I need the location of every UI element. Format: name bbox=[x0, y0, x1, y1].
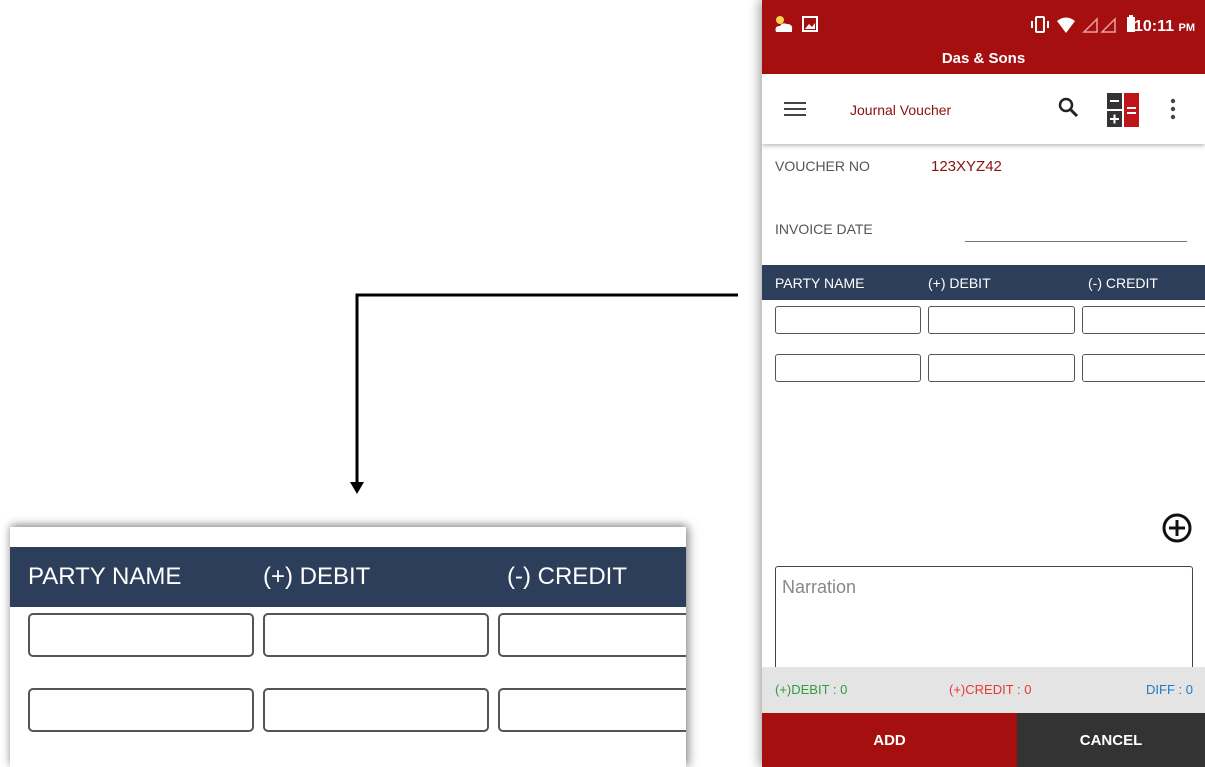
add-button[interactable]: ADD bbox=[762, 713, 1017, 767]
credit-input-2[interactable] bbox=[1082, 354, 1205, 382]
col-credit: (-) CREDIT bbox=[1088, 275, 1158, 291]
debit-total: (+)DEBIT : 0 bbox=[775, 682, 848, 697]
debit-input-1[interactable] bbox=[928, 306, 1075, 334]
vibrate-icon bbox=[1031, 16, 1049, 33]
debit-input-2[interactable] bbox=[928, 354, 1075, 382]
cancel-button[interactable]: CANCEL bbox=[1017, 713, 1205, 767]
col-debit: (+) DEBIT bbox=[928, 275, 991, 291]
credit-total: (+)CREDIT : 0 bbox=[949, 682, 1032, 697]
zoom-table-header: PARTY NAME (+) DEBIT (-) CREDIT bbox=[10, 547, 686, 607]
add-row-icon[interactable] bbox=[1162, 513, 1192, 543]
invoice-date-label: INVOICE DATE bbox=[775, 221, 873, 237]
hamburger-menu-icon[interactable] bbox=[784, 101, 806, 117]
entries-table-header: PARTY NAME (+) DEBIT (-) CREDIT bbox=[762, 265, 1205, 300]
zoom-credit-input-2 bbox=[498, 688, 686, 732]
zoom-credit-input-1 bbox=[498, 613, 686, 657]
totals-bar: (+)DEBIT : 0 (+)CREDIT : 0 DIFF : 0 bbox=[762, 667, 1205, 713]
search-icon[interactable] bbox=[1058, 97, 1080, 119]
page-title: Journal Voucher bbox=[850, 102, 952, 118]
toolbar: Journal Voucher bbox=[762, 74, 1205, 144]
weather-icon bbox=[775, 16, 793, 32]
zoom-col-party-name: PARTY NAME bbox=[28, 563, 182, 590]
voucher-no-label: VOUCHER NO bbox=[775, 158, 870, 174]
zoom-col-credit: (-) CREDIT bbox=[507, 563, 627, 590]
phone-screen: 10:11 PM Das & Sons Journal Voucher VOUC… bbox=[762, 0, 1205, 767]
status-ampm: PM bbox=[1178, 22, 1196, 34]
zoom-debit-input-2 bbox=[263, 688, 489, 732]
invoice-date-field[interactable] bbox=[965, 241, 1187, 242]
status-time: 10:11 PM bbox=[1134, 18, 1195, 36]
status-bar: 10:11 PM bbox=[762, 0, 1205, 46]
zoom-party-input-1 bbox=[28, 613, 254, 657]
diff-total: DIFF : 0 bbox=[1146, 682, 1193, 697]
more-vertical-icon[interactable] bbox=[1170, 98, 1176, 120]
gallery-icon bbox=[802, 16, 818, 32]
signal-icon bbox=[1082, 17, 1116, 33]
zoom-party-input-2 bbox=[28, 688, 254, 732]
zoom-debit-input-1 bbox=[263, 613, 489, 657]
narration-placeholder: Narration bbox=[782, 577, 857, 597]
party-name-input-2[interactable] bbox=[775, 354, 921, 382]
zoom-col-debit: (+) DEBIT bbox=[263, 563, 371, 590]
wifi-icon bbox=[1057, 17, 1075, 33]
calculator-icon[interactable] bbox=[1107, 93, 1139, 127]
credit-input-1[interactable] bbox=[1082, 306, 1205, 334]
narration-input[interactable]: Narration bbox=[775, 566, 1193, 676]
party-name-input-1[interactable] bbox=[775, 306, 921, 334]
zoom-detail-panel: PARTY NAME (+) DEBIT (-) CREDIT bbox=[10, 527, 686, 767]
voucher-no-value: 123XYZ42 bbox=[931, 158, 1002, 175]
status-time-value: 10:11 bbox=[1134, 18, 1175, 35]
company-title: Das & Sons bbox=[941, 50, 1026, 67]
col-party-name: PARTY NAME bbox=[775, 275, 865, 291]
